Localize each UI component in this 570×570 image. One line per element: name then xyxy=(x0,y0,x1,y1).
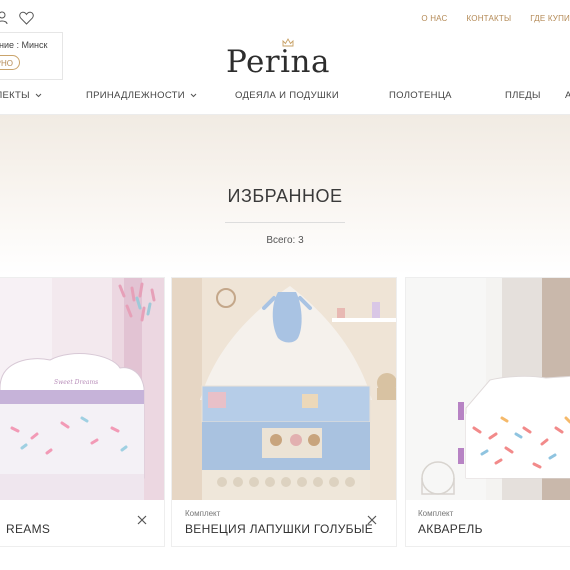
card-title[interactable]: ВЕНЕЦИЯ ЛАПУШКИ ГОЛУБЫЕ xyxy=(185,522,373,536)
card-title[interactable]: REAMS xyxy=(6,522,50,536)
top-link-contacts[interactable]: КОНТАКТЫ xyxy=(467,14,512,23)
nav-item-accessories[interactable]: ПРИНАДЛЕЖНОСТИ xyxy=(86,90,197,101)
region-text: ение : Минск xyxy=(0,40,48,50)
nav-item-towels[interactable]: ПОЛОТЕНЦА xyxy=(389,90,452,101)
product-image[interactable] xyxy=(172,278,396,500)
close-icon[interactable] xyxy=(366,514,378,526)
page-title: ИЗБРАННОЕ xyxy=(227,186,343,206)
card-title[interactable]: АКВАРЕЛЬ xyxy=(418,522,483,536)
product-card[interactable]: Комплект ВЕНЕЦИЯ ЛАПУШКИ ГОЛУБЫЕ xyxy=(172,278,396,546)
chevron-down-icon xyxy=(190,93,197,98)
chevron-down-icon xyxy=(35,93,42,98)
card-caption: REAMS xyxy=(0,500,164,546)
region-popup: ение : Минск ЕРНО xyxy=(0,32,63,80)
site-header: О НАС КОНТАКТЫ ГДЕ КУПИ ение : Минск ЕРН… xyxy=(0,0,570,115)
heart-icon[interactable] xyxy=(19,11,34,25)
site-logo[interactable]: Perina xyxy=(222,38,348,80)
product-card[interactable]: Sweet Dreams REAMS xyxy=(0,278,164,546)
card-category: Комплект xyxy=(185,509,221,518)
user-icon[interactable] xyxy=(0,11,8,25)
svg-text:Sweet Dreams: Sweet Dreams xyxy=(54,379,98,386)
region-confirm-button[interactable]: ЕРНО xyxy=(0,55,20,70)
top-link-about[interactable]: О НАС xyxy=(421,14,447,23)
top-links: О НАС КОНТАКТЫ ГДЕ КУПИ xyxy=(421,14,570,23)
product-image[interactable] xyxy=(406,278,570,500)
logo-text: Perina xyxy=(226,44,330,80)
card-caption: Комплект АКВАРЕЛЬ xyxy=(406,500,570,546)
nav-item-blankets[interactable]: ОДЕЯЛА И ПОДУШКИ xyxy=(235,90,339,101)
title-divider xyxy=(225,222,345,223)
product-image[interactable]: Sweet Dreams xyxy=(0,278,164,500)
nav-item-sets[interactable]: ЛЕКТЫ xyxy=(0,90,42,101)
top-link-where-to-buy[interactable]: ГДЕ КУПИ xyxy=(530,14,570,23)
favorites-count: Всего: 3 xyxy=(266,235,304,246)
nav-item-more[interactable]: А xyxy=(565,90,570,101)
product-card[interactable]: Комплект АКВАРЕЛЬ xyxy=(406,278,570,546)
nav-item-plaids[interactable]: ПЛЕДЫ xyxy=(505,90,541,101)
card-category: Комплект xyxy=(418,509,454,518)
close-icon[interactable] xyxy=(136,514,148,526)
card-caption: Комплект ВЕНЕЦИЯ ЛАПУШКИ ГОЛУБЫЕ xyxy=(172,500,396,546)
